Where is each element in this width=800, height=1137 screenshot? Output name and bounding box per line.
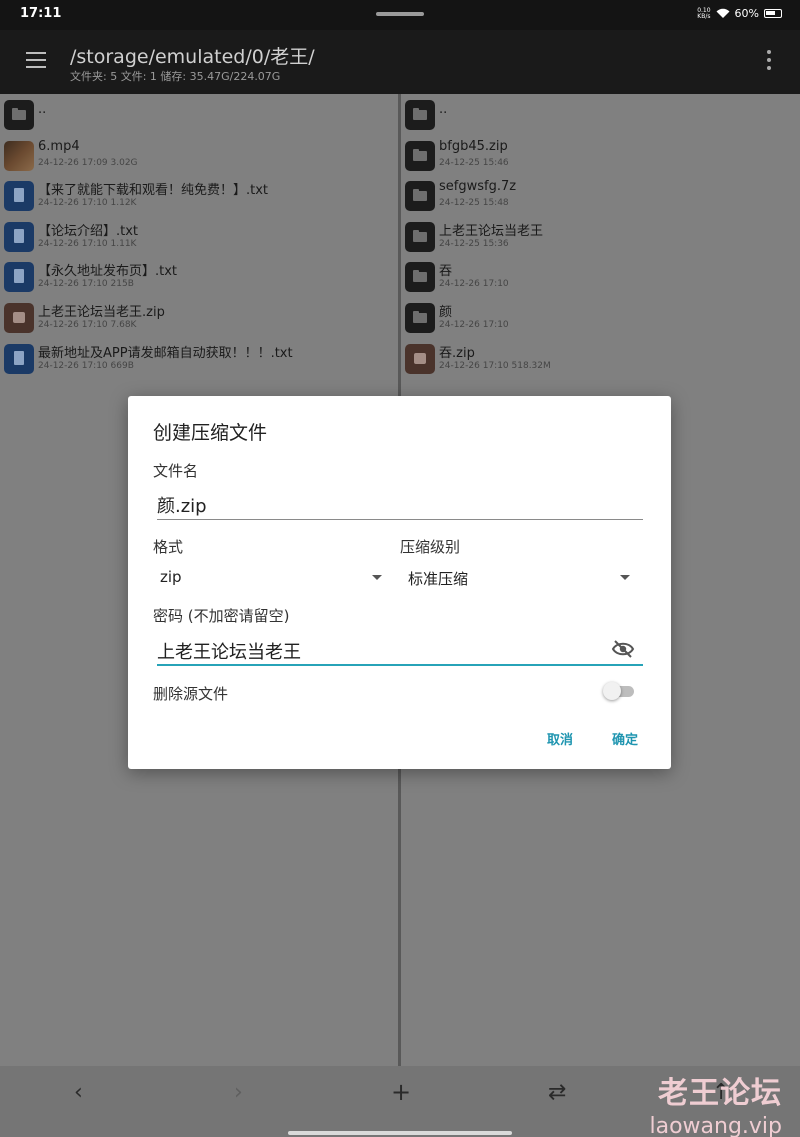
file-row[interactable]: bfgb45.zip 24-12-25 15:46 <box>401 135 800 176</box>
file-name: 吞.zip <box>439 345 475 361</box>
current-path: /storage/emulated/0/老王/ <box>70 46 315 68</box>
add-button[interactable]: + <box>391 1078 411 1106</box>
file-row[interactable]: 6.mp4 24-12-26 17:09 3.02G <box>0 135 398 176</box>
file-name: 吞 <box>439 264 453 280</box>
forward-button[interactable]: › <box>234 1080 243 1105</box>
cancel-button[interactable]: 取消 <box>547 729 573 748</box>
password-value: 上老王论坛当老王 <box>157 642 301 663</box>
battery-icon <box>764 9 782 18</box>
folder-icon <box>405 302 435 333</box>
text-file-icon <box>4 262 34 293</box>
parent-label: .. <box>38 102 47 117</box>
file-meta: 24-12-26 17:10 669B <box>38 360 134 371</box>
menu-icon[interactable] <box>26 52 46 68</box>
file-row[interactable]: 【论坛介绍】.txt 24-12-26 17:10 1.11K <box>0 216 398 257</box>
file-row[interactable]: 【永久地址发布页】.txt 24-12-26 17:10 215B <box>0 256 398 297</box>
parent-directory-row[interactable]: .. <box>401 94 800 135</box>
folder-icon <box>4 100 34 130</box>
file-name: 上老王论坛当老王 <box>439 223 544 239</box>
file-name: bfgb45.zip <box>439 138 508 154</box>
file-row[interactable]: sefgwsfg.7z 24-12-25 15:48 <box>401 175 800 216</box>
format-value: zip <box>160 568 182 586</box>
file-name: 6.mp4 <box>38 138 80 154</box>
battery-percent: 60% <box>734 7 759 20</box>
file-meta: 24-12-26 17:10 215B <box>38 279 134 290</box>
password-label: 密码 (不加密请留空) <box>153 607 290 625</box>
wifi-icon <box>716 8 730 18</box>
status-time: 17:11 <box>20 6 62 21</box>
file-row[interactable]: 颜 24-12-26 17:10 <box>401 297 800 338</box>
compression-level-label: 压缩级别 <box>400 538 461 556</box>
text-file-icon <box>4 181 34 212</box>
file-name: sefgwsfg.7z <box>439 179 517 195</box>
dropdown-caret-icon <box>372 575 382 580</box>
file-meta: 24-12-26 17:10 7.68K <box>38 319 137 330</box>
parent-directory-row[interactable]: .. <box>0 94 398 135</box>
back-button[interactable]: ‹ <box>74 1080 83 1105</box>
top-drag-handle <box>376 12 424 16</box>
format-select[interactable]: zip <box>160 568 388 594</box>
file-row[interactable]: 上老王论坛当老王 24-12-25 15:36 <box>401 216 800 257</box>
text-file-icon <box>4 221 34 252</box>
file-meta: 24-12-26 17:10 1.12K <box>38 198 137 209</box>
compression-level-value: 标准压缩 <box>408 570 469 588</box>
folder-icon <box>405 100 435 130</box>
create-archive-dialog: 创建压缩文件 文件名 颜.zip 格式 压缩级别 zip 标准压缩 密码 (不加… <box>128 396 671 769</box>
network-speed: 0.10 KB/s <box>697 6 711 20</box>
dropdown-caret-icon <box>620 575 630 580</box>
file-row[interactable]: 上老王论坛当老王.zip 24-12-26 17:10 7.68K <box>0 297 398 338</box>
delete-source-label: 删除源文件 <box>153 685 229 703</box>
folder-icon <box>405 140 435 171</box>
swap-panes-button[interactable]: ⇄ <box>548 1080 566 1105</box>
video-thumbnail <box>4 140 34 171</box>
folder-icon <box>405 181 435 212</box>
file-row[interactable]: 【来了就能下载和观看！纯免费！】.txt 24-12-26 17:10 1.12… <box>0 175 398 216</box>
file-meta: 24-12-26 17:09 3.02G <box>38 157 138 168</box>
file-name: 最新地址及APP请发邮箱自动获取！！！.txt <box>38 345 293 361</box>
file-row[interactable]: 最新地址及APP请发邮箱自动获取！！！.txt 24-12-26 17:10 6… <box>0 338 398 379</box>
file-row[interactable]: 吞 24-12-26 17:10 <box>401 256 800 297</box>
file-name: 【永久地址发布页】.txt <box>38 264 178 280</box>
file-meta: 24-12-26 17:10 <box>439 279 509 290</box>
file-meta: 24-12-25 15:36 <box>439 238 509 249</box>
delete-source-toggle[interactable] <box>603 682 635 700</box>
more-options-icon[interactable] <box>766 50 772 70</box>
confirm-button[interactable]: 确定 <box>612 729 638 748</box>
format-label: 格式 <box>153 538 184 556</box>
gesture-nav-handle[interactable] <box>288 1131 512 1135</box>
folder-icon <box>405 221 435 252</box>
parent-label: .. <box>439 102 448 117</box>
archive-icon <box>405 343 435 374</box>
visibility-off-icon[interactable] <box>611 639 635 659</box>
app-bar: /storage/emulated/0/老王/ 文件夹: 5 文件: 1 储存:… <box>0 30 800 94</box>
filename-field[interactable]: 颜.zip <box>157 486 643 520</box>
storage-summary: 文件夹: 5 文件: 1 储存: 35.47G/224.07G <box>70 70 281 83</box>
archive-icon <box>4 302 34 333</box>
file-meta: 24-12-25 15:46 <box>439 157 509 168</box>
file-meta: 24-12-26 17:10 518.32M <box>439 360 551 371</box>
file-name: 【论坛介绍】.txt <box>38 223 139 239</box>
dialog-title: 创建压缩文件 <box>153 422 268 444</box>
file-row[interactable]: 吞.zip 24-12-26 17:10 518.32M <box>401 338 800 379</box>
watermark-url: laowang.vip <box>649 1114 782 1137</box>
watermark: 老王论坛 laowang.vip <box>649 1068 782 1137</box>
filename-label: 文件名 <box>153 462 199 480</box>
folder-icon <box>405 262 435 293</box>
file-name: 【来了就能下载和观看！纯免费！】.txt <box>38 183 269 199</box>
file-name: 颜 <box>439 304 453 320</box>
file-meta: 24-12-25 15:48 <box>439 198 509 209</box>
watermark-title: 老王论坛 <box>658 1076 782 1111</box>
file-name: 上老王论坛当老王.zip <box>38 304 165 320</box>
text-file-icon <box>4 343 34 374</box>
status-bar: 17:11 0.10 KB/s 60% <box>0 0 800 30</box>
file-meta: 24-12-26 17:10 1.11K <box>38 238 137 249</box>
compression-level-select[interactable]: 标准压缩 <box>408 568 636 594</box>
status-indicators: 0.10 KB/s 60% <box>697 7 782 20</box>
file-meta: 24-12-26 17:10 <box>439 319 509 330</box>
password-field[interactable]: 上老王论坛当老王 <box>157 632 643 666</box>
